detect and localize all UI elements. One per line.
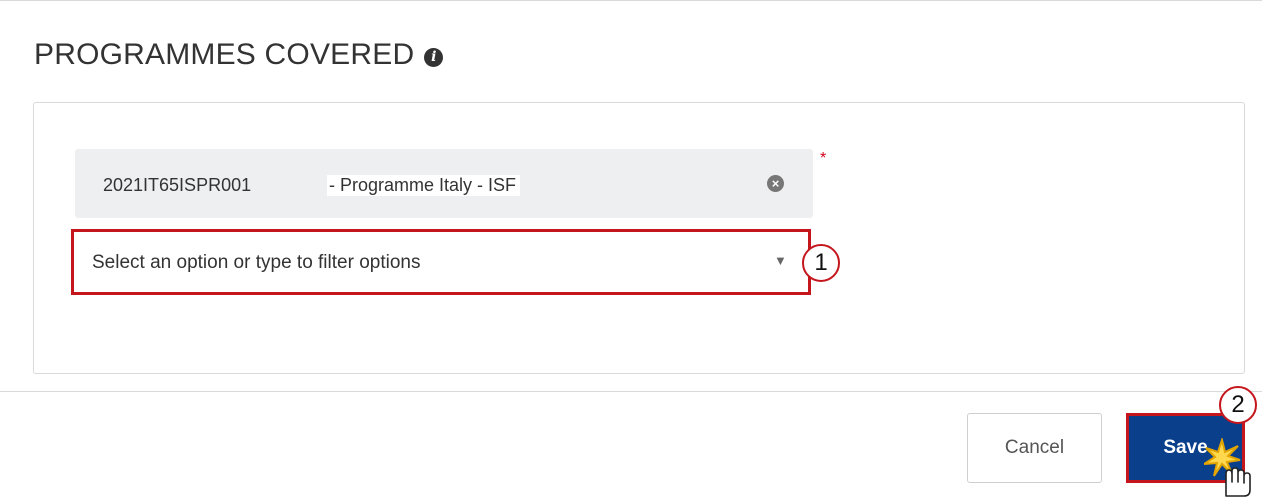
select-placeholder: Select an option or type to filter optio…	[92, 252, 421, 273]
section-title: PROGRAMMES COVERED	[34, 38, 415, 71]
caret-down-icon[interactable]: ▼	[774, 253, 787, 268]
cancel-button[interactable]: Cancel	[967, 413, 1102, 483]
footer-divider	[0, 391, 1262, 392]
remove-programme-icon[interactable]: ×	[767, 175, 784, 192]
info-icon[interactable]: i	[424, 47, 444, 67]
section-header: PROGRAMMES COVERED i	[34, 38, 444, 72]
programme-description: - Programme Italy - ISF	[327, 175, 521, 196]
required-marker: *	[820, 150, 827, 167]
top-divider	[0, 0, 1262, 1]
hand-pointer-icon	[1204, 438, 1251, 497]
selected-programme-chip: 2021IT65ISPR001 - Programme Italy - ISF …	[75, 149, 813, 218]
programme-select[interactable]: Select an option or type to filter optio…	[71, 229, 811, 295]
callout-step-2: 2	[1219, 386, 1257, 424]
programme-code: 2021IT65ISPR001	[103, 175, 252, 195]
callout-step-1: 1	[802, 244, 840, 282]
page: PROGRAMMES COVERED i 2021IT65ISPR001 - P…	[0, 0, 1262, 497]
